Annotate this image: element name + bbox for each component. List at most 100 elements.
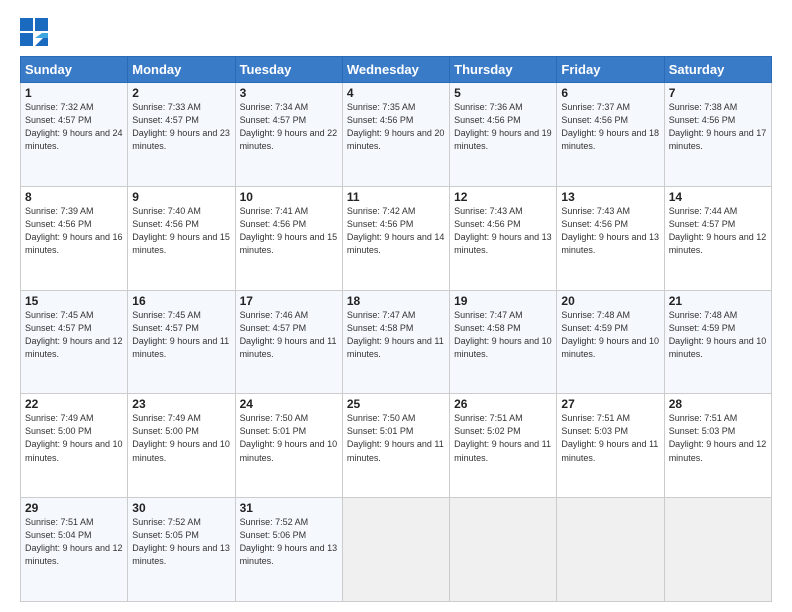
calendar-page: SundayMondayTuesdayWednesdayThursdayFrid… (0, 0, 792, 612)
cell-info: Sunrise: 7:51 AMSunset: 5:04 PMDaylight:… (25, 516, 123, 568)
day-number: 31 (240, 501, 338, 515)
day-number: 19 (454, 294, 552, 308)
calendar-cell: 21Sunrise: 7:48 AMSunset: 4:59 PMDayligh… (664, 290, 771, 394)
calendar-week-2: 8Sunrise: 7:39 AMSunset: 4:56 PMDaylight… (21, 186, 772, 290)
day-number: 11 (347, 190, 445, 204)
day-header-sunday: Sunday (21, 57, 128, 83)
logo-icon (20, 18, 48, 46)
cell-info: Sunrise: 7:43 AMSunset: 4:56 PMDaylight:… (561, 205, 659, 257)
day-number: 13 (561, 190, 659, 204)
calendar-cell (664, 498, 771, 602)
calendar-cell: 29Sunrise: 7:51 AMSunset: 5:04 PMDayligh… (21, 498, 128, 602)
header (20, 18, 772, 46)
calendar-week-4: 22Sunrise: 7:49 AMSunset: 5:00 PMDayligh… (21, 394, 772, 498)
calendar-cell: 11Sunrise: 7:42 AMSunset: 4:56 PMDayligh… (342, 186, 449, 290)
calendar-cell: 27Sunrise: 7:51 AMSunset: 5:03 PMDayligh… (557, 394, 664, 498)
day-number: 22 (25, 397, 123, 411)
calendar-cell: 9Sunrise: 7:40 AMSunset: 4:56 PMDaylight… (128, 186, 235, 290)
calendar-cell: 8Sunrise: 7:39 AMSunset: 4:56 PMDaylight… (21, 186, 128, 290)
calendar-cell: 12Sunrise: 7:43 AMSunset: 4:56 PMDayligh… (450, 186, 557, 290)
cell-info: Sunrise: 7:39 AMSunset: 4:56 PMDaylight:… (25, 205, 123, 257)
cell-info: Sunrise: 7:47 AMSunset: 4:58 PMDaylight:… (347, 309, 445, 361)
cell-info: Sunrise: 7:49 AMSunset: 5:00 PMDaylight:… (25, 412, 123, 464)
cell-info: Sunrise: 7:42 AMSunset: 4:56 PMDaylight:… (347, 205, 445, 257)
calendar-cell: 31Sunrise: 7:52 AMSunset: 5:06 PMDayligh… (235, 498, 342, 602)
day-number: 21 (669, 294, 767, 308)
day-number: 6 (561, 86, 659, 100)
day-number: 25 (347, 397, 445, 411)
calendar-cell: 5Sunrise: 7:36 AMSunset: 4:56 PMDaylight… (450, 83, 557, 187)
cell-info: Sunrise: 7:34 AMSunset: 4:57 PMDaylight:… (240, 101, 338, 153)
cell-info: Sunrise: 7:51 AMSunset: 5:02 PMDaylight:… (454, 412, 552, 464)
cell-info: Sunrise: 7:43 AMSunset: 4:56 PMDaylight:… (454, 205, 552, 257)
calendar-cell: 16Sunrise: 7:45 AMSunset: 4:57 PMDayligh… (128, 290, 235, 394)
day-number: 23 (132, 397, 230, 411)
day-number: 12 (454, 190, 552, 204)
calendar-cell: 20Sunrise: 7:48 AMSunset: 4:59 PMDayligh… (557, 290, 664, 394)
day-number: 1 (25, 86, 123, 100)
calendar-cell (557, 498, 664, 602)
day-number: 16 (132, 294, 230, 308)
cell-info: Sunrise: 7:40 AMSunset: 4:56 PMDaylight:… (132, 205, 230, 257)
day-number: 26 (454, 397, 552, 411)
calendar-cell: 17Sunrise: 7:46 AMSunset: 4:57 PMDayligh… (235, 290, 342, 394)
calendar-cell: 18Sunrise: 7:47 AMSunset: 4:58 PMDayligh… (342, 290, 449, 394)
calendar-table: SundayMondayTuesdayWednesdayThursdayFrid… (20, 56, 772, 602)
day-number: 9 (132, 190, 230, 204)
cell-info: Sunrise: 7:37 AMSunset: 4:56 PMDaylight:… (561, 101, 659, 153)
calendar-cell: 19Sunrise: 7:47 AMSunset: 4:58 PMDayligh… (450, 290, 557, 394)
day-number: 8 (25, 190, 123, 204)
day-header-saturday: Saturday (664, 57, 771, 83)
day-header-tuesday: Tuesday (235, 57, 342, 83)
day-number: 29 (25, 501, 123, 515)
cell-info: Sunrise: 7:50 AMSunset: 5:01 PMDaylight:… (240, 412, 338, 464)
calendar-cell: 25Sunrise: 7:50 AMSunset: 5:01 PMDayligh… (342, 394, 449, 498)
day-number: 18 (347, 294, 445, 308)
cell-info: Sunrise: 7:38 AMSunset: 4:56 PMDaylight:… (669, 101, 767, 153)
cell-info: Sunrise: 7:47 AMSunset: 4:58 PMDaylight:… (454, 309, 552, 361)
cell-info: Sunrise: 7:35 AMSunset: 4:56 PMDaylight:… (347, 101, 445, 153)
day-number: 14 (669, 190, 767, 204)
day-number: 2 (132, 86, 230, 100)
day-number: 15 (25, 294, 123, 308)
cell-info: Sunrise: 7:50 AMSunset: 5:01 PMDaylight:… (347, 412, 445, 464)
cell-info: Sunrise: 7:36 AMSunset: 4:56 PMDaylight:… (454, 101, 552, 153)
calendar-cell: 28Sunrise: 7:51 AMSunset: 5:03 PMDayligh… (664, 394, 771, 498)
day-number: 17 (240, 294, 338, 308)
day-header-monday: Monday (128, 57, 235, 83)
calendar-cell: 7Sunrise: 7:38 AMSunset: 4:56 PMDaylight… (664, 83, 771, 187)
cell-info: Sunrise: 7:48 AMSunset: 4:59 PMDaylight:… (561, 309, 659, 361)
cell-info: Sunrise: 7:33 AMSunset: 4:57 PMDaylight:… (132, 101, 230, 153)
calendar-cell (342, 498, 449, 602)
day-number: 5 (454, 86, 552, 100)
calendar-cell: 6Sunrise: 7:37 AMSunset: 4:56 PMDaylight… (557, 83, 664, 187)
logo (20, 18, 52, 46)
cell-info: Sunrise: 7:32 AMSunset: 4:57 PMDaylight:… (25, 101, 123, 153)
calendar-cell: 30Sunrise: 7:52 AMSunset: 5:05 PMDayligh… (128, 498, 235, 602)
calendar-cell: 14Sunrise: 7:44 AMSunset: 4:57 PMDayligh… (664, 186, 771, 290)
day-number: 27 (561, 397, 659, 411)
calendar-cell: 3Sunrise: 7:34 AMSunset: 4:57 PMDaylight… (235, 83, 342, 187)
cell-info: Sunrise: 7:45 AMSunset: 4:57 PMDaylight:… (132, 309, 230, 361)
calendar-cell: 24Sunrise: 7:50 AMSunset: 5:01 PMDayligh… (235, 394, 342, 498)
cell-info: Sunrise: 7:51 AMSunset: 5:03 PMDaylight:… (561, 412, 659, 464)
calendar-week-1: 1Sunrise: 7:32 AMSunset: 4:57 PMDaylight… (21, 83, 772, 187)
cell-info: Sunrise: 7:45 AMSunset: 4:57 PMDaylight:… (25, 309, 123, 361)
day-number: 10 (240, 190, 338, 204)
calendar-cell: 10Sunrise: 7:41 AMSunset: 4:56 PMDayligh… (235, 186, 342, 290)
cell-info: Sunrise: 7:51 AMSunset: 5:03 PMDaylight:… (669, 412, 767, 464)
cell-info: Sunrise: 7:46 AMSunset: 4:57 PMDaylight:… (240, 309, 338, 361)
day-number: 4 (347, 86, 445, 100)
day-number: 24 (240, 397, 338, 411)
cell-info: Sunrise: 7:48 AMSunset: 4:59 PMDaylight:… (669, 309, 767, 361)
cell-info: Sunrise: 7:41 AMSunset: 4:56 PMDaylight:… (240, 205, 338, 257)
calendar-header-row: SundayMondayTuesdayWednesdayThursdayFrid… (21, 57, 772, 83)
day-number: 7 (669, 86, 767, 100)
calendar-cell (450, 498, 557, 602)
calendar-cell: 4Sunrise: 7:35 AMSunset: 4:56 PMDaylight… (342, 83, 449, 187)
calendar-week-3: 15Sunrise: 7:45 AMSunset: 4:57 PMDayligh… (21, 290, 772, 394)
calendar-cell: 23Sunrise: 7:49 AMSunset: 5:00 PMDayligh… (128, 394, 235, 498)
day-number: 28 (669, 397, 767, 411)
calendar-week-5: 29Sunrise: 7:51 AMSunset: 5:04 PMDayligh… (21, 498, 772, 602)
calendar-cell: 13Sunrise: 7:43 AMSunset: 4:56 PMDayligh… (557, 186, 664, 290)
